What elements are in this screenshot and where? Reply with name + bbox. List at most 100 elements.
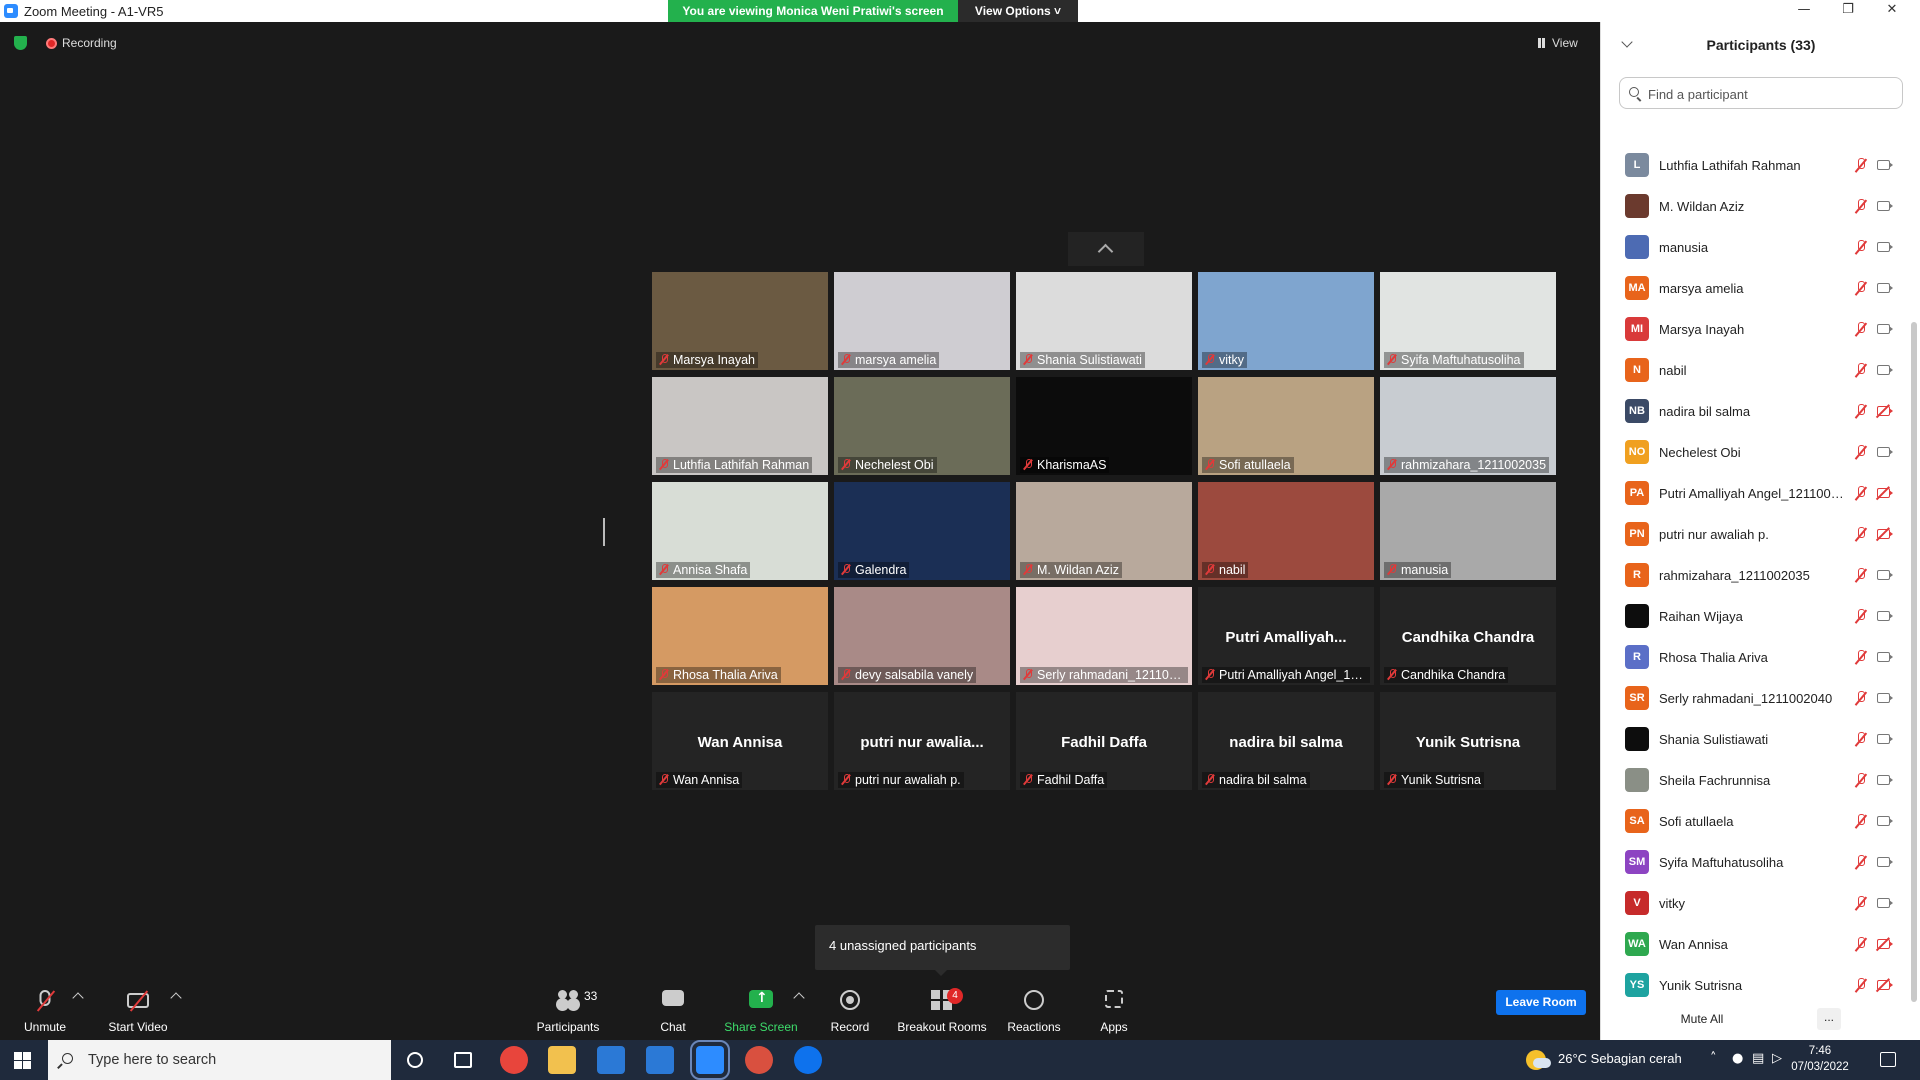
muted-mic-icon[interactable]	[1855, 650, 1867, 666]
video-camera-icon[interactable]	[1877, 857, 1893, 867]
participant-row[interactable]: Shania Sulistiawati	[1601, 720, 1901, 761]
video-tile[interactable]: nabil	[1198, 482, 1374, 580]
video-camera-icon[interactable]	[1877, 283, 1893, 293]
security-shield-icon[interactable]	[14, 36, 27, 50]
video-tile[interactable]: marsya amelia	[834, 272, 1010, 370]
unmute-button[interactable]: Unmute	[16, 980, 74, 1040]
video-camera-icon[interactable]	[1877, 816, 1893, 826]
muted-mic-icon[interactable]	[1855, 855, 1867, 871]
video-tile[interactable]: Syifa Maftuhatusoliha	[1380, 272, 1556, 370]
video-tile[interactable]: Fadhil Daffa Fadhil Daffa	[1016, 692, 1192, 790]
video-tile[interactable]: Putri Amalliyah... Putri Amalliyah Angel_…	[1198, 587, 1374, 685]
participant-row[interactable]: SR Serly rahmadani_1211002040	[1601, 679, 1901, 720]
video-tile[interactable]: Nechelest Obi	[834, 377, 1010, 475]
more-options-button[interactable]: ...	[1817, 1008, 1841, 1030]
muted-mic-icon[interactable]	[1855, 445, 1867, 461]
muted-mic-icon[interactable]	[1855, 814, 1867, 830]
chat-button[interactable]: Chat	[648, 980, 698, 1040]
apps-button[interactable]: Apps	[1092, 980, 1136, 1040]
taskbar-clock[interactable]: 7:46 07/03/2022	[1790, 1043, 1850, 1075]
minimize-button[interactable]: —	[1782, 0, 1826, 22]
participant-row[interactable]: WA Wan Annisa	[1601, 925, 1901, 966]
participant-row[interactable]: SA Sofi atullaela	[1601, 802, 1901, 843]
muted-mic-icon[interactable]	[1855, 363, 1867, 379]
share-screen-button[interactable]: Share Screen	[722, 980, 800, 1040]
participant-row[interactable]: NO Nechelest Obi	[1601, 433, 1901, 474]
notification-center-icon[interactable]	[1880, 1052, 1896, 1067]
video-tile[interactable]: putri nur awalia... putri nur awaliah p.	[834, 692, 1010, 790]
video-tile[interactable]: Luthfia Lathifah Rahman	[652, 377, 828, 475]
view-options-button[interactable]: View Options ˅	[958, 0, 1078, 22]
muted-mic-icon[interactable]	[1855, 158, 1867, 174]
muted-mic-icon[interactable]	[1855, 978, 1867, 994]
participant-row[interactable]: NB nadira bil salma	[1601, 392, 1901, 433]
store-icon[interactable]	[597, 1046, 625, 1074]
video-camera-icon[interactable]	[1877, 488, 1893, 498]
participant-row[interactable]: manusia	[1601, 228, 1901, 269]
muted-mic-icon[interactable]	[1855, 281, 1867, 297]
video-camera-icon[interactable]	[1877, 447, 1893, 457]
video-tile[interactable]: Candhika Chandra Candhika Chandra	[1380, 587, 1556, 685]
participant-row[interactable]: Raihan Wijaya	[1601, 597, 1901, 638]
participant-row[interactable]: MA marsya amelia	[1601, 269, 1901, 310]
reactions-button[interactable]: Reactions	[1004, 980, 1064, 1040]
video-tile[interactable]: manusia	[1380, 482, 1556, 580]
muted-mic-icon[interactable]	[1855, 773, 1867, 789]
chrome-icon[interactable]	[500, 1046, 528, 1074]
cortana-icon[interactable]	[407, 1052, 423, 1068]
muted-mic-icon[interactable]	[1855, 691, 1867, 707]
video-camera-icon[interactable]	[1877, 406, 1893, 416]
muted-mic-icon[interactable]	[1855, 199, 1867, 215]
microphone-tray-icon[interactable]: ●	[1732, 1051, 1743, 1066]
windows-start-icon[interactable]	[14, 1052, 31, 1069]
video-camera-icon[interactable]	[1877, 324, 1893, 334]
video-camera-icon[interactable]	[1877, 160, 1893, 170]
muted-mic-icon[interactable]	[1855, 568, 1867, 584]
video-camera-icon[interactable]	[1877, 939, 1893, 949]
mute-all-button[interactable]: Mute All	[1669, 1006, 1735, 1032]
participant-row[interactable]: L Luthfia Lathifah Rahman	[1601, 146, 1901, 187]
participant-row[interactable]: YS Yunik Sutrisna	[1601, 966, 1901, 1007]
taskbar-search-box[interactable]: Type here to search	[48, 1040, 391, 1080]
video-tile[interactable]: Marsya Inayah	[652, 272, 828, 370]
video-options-chevron-icon[interactable]	[170, 992, 182, 1004]
video-tile[interactable]: nadira bil salma nadira bil salma	[1198, 692, 1374, 790]
video-tile[interactable]: Sofi atullaela	[1198, 377, 1374, 475]
participant-row[interactable]: Sheila Fachrunnisa	[1601, 761, 1901, 802]
participant-row[interactable]: M. Wildan Aziz	[1601, 187, 1901, 228]
muted-mic-icon[interactable]	[1855, 527, 1867, 543]
video-tile[interactable]: Serly rahmadani_1211002040	[1016, 587, 1192, 685]
participant-row[interactable]: PA Putri Amalliyah Angel_1211002...	[1601, 474, 1901, 515]
file-explorer-icon[interactable]	[548, 1046, 576, 1074]
video-camera-icon[interactable]	[1877, 365, 1893, 375]
panel-scrollbar[interactable]	[1911, 322, 1917, 1002]
video-tile[interactable]: vitky	[1198, 272, 1374, 370]
zoom-icon[interactable]	[690, 1040, 730, 1080]
panel-splitter-handle[interactable]	[603, 518, 605, 546]
breakout-rooms-button[interactable]: 4 Breakout Rooms	[895, 980, 989, 1040]
video-tile[interactable]: Annisa Shafa	[652, 482, 828, 580]
video-tile[interactable]: Rhosa Thalia Ariva	[652, 587, 828, 685]
video-tile[interactable]: Yunik Sutrisna Yunik Sutrisna	[1380, 692, 1556, 790]
video-tile[interactable]: Galendra	[834, 482, 1010, 580]
muted-mic-icon[interactable]	[1855, 404, 1867, 420]
video-tile[interactable]: M. Wildan Aziz	[1016, 482, 1192, 580]
video-tile[interactable]: rahmizahara_1211002035	[1380, 377, 1556, 475]
volume-icon[interactable]: ▷	[1772, 1051, 1782, 1066]
mail-icon[interactable]	[646, 1046, 674, 1074]
network-icon[interactable]: ▤	[1752, 1051, 1764, 1066]
participant-row[interactable]: Rrahmizahara_1211002035	[1601, 556, 1901, 597]
weather-text[interactable]: 26°C Sebagian cerah	[1558, 1051, 1682, 1066]
audio-options-chevron-icon[interactable]	[72, 992, 84, 1004]
muted-mic-icon[interactable]	[1855, 896, 1867, 912]
muted-mic-icon[interactable]	[1855, 937, 1867, 953]
maximize-button[interactable]: ❐	[1826, 0, 1870, 22]
video-camera-icon[interactable]	[1877, 529, 1893, 539]
participant-row[interactable]: PN putri nur awaliah p.	[1601, 515, 1901, 556]
video-tile[interactable]: Wan Annisa Wan Annisa	[652, 692, 828, 790]
video-camera-icon[interactable]	[1877, 570, 1893, 580]
teamviewer-icon[interactable]	[794, 1046, 822, 1074]
start-video-button[interactable]: Start Video	[104, 980, 172, 1040]
video-tile[interactable]: KharismaAS	[1016, 377, 1192, 475]
participant-search-input[interactable]	[1648, 84, 1898, 104]
